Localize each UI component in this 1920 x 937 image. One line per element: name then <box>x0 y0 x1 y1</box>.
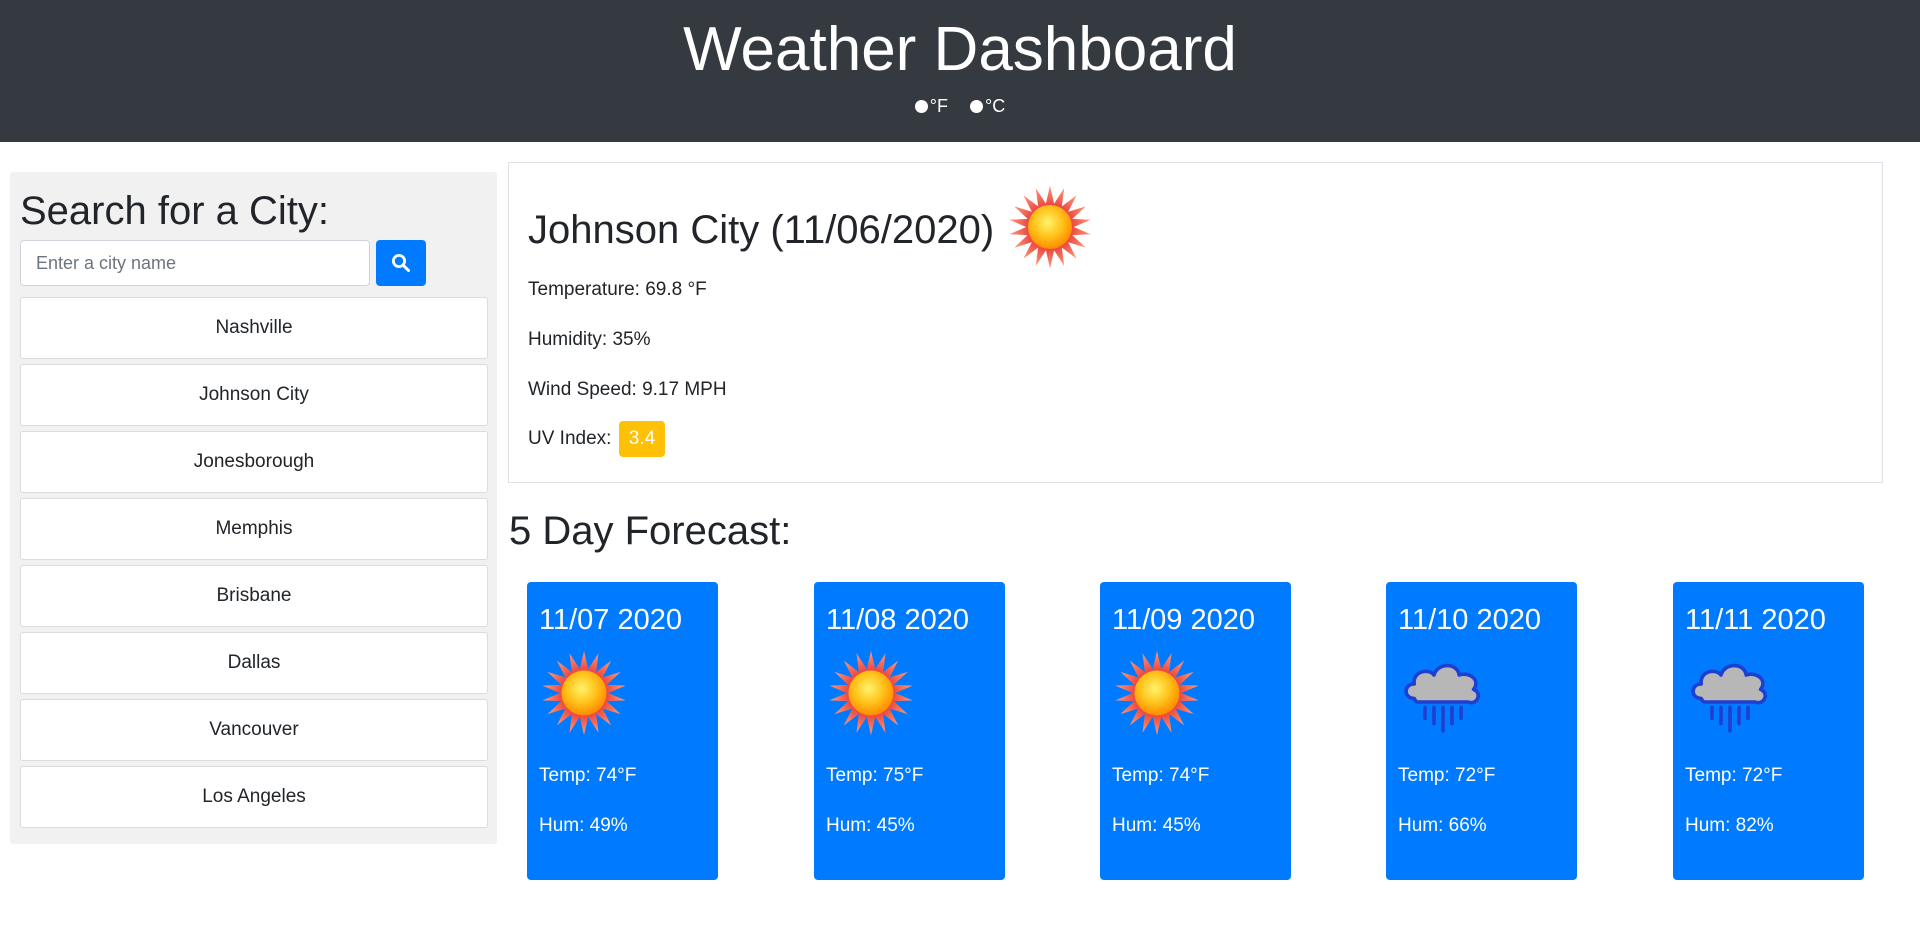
forecast-humidity: Hum: 66% <box>1398 815 1487 836</box>
forecast-date: 11/07 2020 <box>539 604 682 636</box>
uv-index-label: UV Index: <box>528 428 612 449</box>
fahrenheit-label: °F <box>929 96 948 116</box>
unit-fahrenheit-option[interactable]: °F <box>914 96 948 117</box>
forecast-card: 11/07 2020 Temp: 74°F Hum: 49% <box>527 582 718 880</box>
search-button[interactable] <box>376 240 426 286</box>
current-temperature: Temperature: 69.8 °F <box>528 279 707 300</box>
search-icon <box>392 254 410 272</box>
page-title: Weather Dashboard <box>683 15 1237 84</box>
sun-icon <box>1006 183 1094 276</box>
forecast-temp: Temp: 74°F <box>1112 765 1210 786</box>
forecast-temp: Temp: 72°F <box>1685 765 1783 786</box>
unit-celsius-option[interactable]: °C <box>970 96 1005 117</box>
current-humidity: Humidity: 35% <box>528 329 651 350</box>
celsius-label: °C <box>985 96 1006 116</box>
forecast-card: 11/08 2020 Temp: 75°F Hum: 45% <box>814 582 1005 880</box>
current-uv-row: UV Index: 3.4 <box>528 421 666 457</box>
forecast-heading: 5 Day Forecast: <box>509 509 792 553</box>
city-search-input[interactable] <box>20 240 370 286</box>
rain-cloud-icon <box>1398 648 1488 743</box>
forecast-card: 11/10 2020 Temp: 72°F Hum: 66% <box>1386 582 1577 880</box>
forecast-temp: Temp: 75°F <box>826 765 924 786</box>
unit-toggle: °F °C <box>0 96 1920 117</box>
city-item[interactable]: Jonesborough <box>20 431 488 493</box>
forecast-temp: Temp: 74°F <box>539 765 637 786</box>
city-item[interactable]: Brisbane <box>20 565 488 627</box>
city-history-list: Nashville Johnson City Jonesborough Memp… <box>20 297 488 833</box>
forecast-date: 11/09 2020 <box>1112 604 1255 636</box>
app-header: Weather Dashboard °F °C <box>0 0 1920 142</box>
city-item[interactable]: Johnson City <box>20 364 488 426</box>
forecast-humidity: Hum: 45% <box>826 815 915 836</box>
current-weather-card: Johnson City (11/06/2020) Temperature: 6… <box>508 162 1883 483</box>
forecast-date: 11/11 2020 <box>1685 604 1826 636</box>
celsius-radio[interactable] <box>970 100 983 113</box>
current-weather-header: Johnson City (11/06/2020) <box>528 183 1094 276</box>
forecast-humidity: Hum: 49% <box>539 815 628 836</box>
city-item[interactable]: Los Angeles <box>20 766 488 828</box>
forecast-humidity: Hum: 45% <box>1112 815 1201 836</box>
city-item[interactable]: Nashville <box>20 297 488 359</box>
city-item[interactable]: Vancouver <box>20 699 488 761</box>
uv-index-badge: 3.4 <box>618 421 666 457</box>
sun-icon <box>539 648 629 743</box>
forecast-card: 11/09 2020 Temp: 74°F Hum: 45% <box>1100 582 1291 880</box>
current-city-title: Johnson City (11/06/2020) <box>528 207 995 252</box>
current-wind-speed: Wind Speed: 9.17 MPH <box>528 379 727 400</box>
sun-icon <box>1112 648 1202 743</box>
forecast-temp: Temp: 72°F <box>1398 765 1496 786</box>
forecast-date: 11/10 2020 <box>1398 604 1541 636</box>
sun-icon <box>826 648 916 743</box>
search-heading: Search for a City: <box>20 189 330 233</box>
rain-cloud-icon <box>1685 648 1775 743</box>
search-sidebar: Search for a City: Nashville Johnson Cit… <box>10 172 497 844</box>
city-item[interactable]: Dallas <box>20 632 488 694</box>
city-item[interactable]: Memphis <box>20 498 488 560</box>
forecast-humidity: Hum: 82% <box>1685 815 1774 836</box>
forecast-card: 11/11 2020 Temp: 72°F Hum: 82% <box>1673 582 1864 880</box>
fahrenheit-radio[interactable] <box>914 100 928 113</box>
forecast-date: 11/08 2020 <box>826 604 969 636</box>
